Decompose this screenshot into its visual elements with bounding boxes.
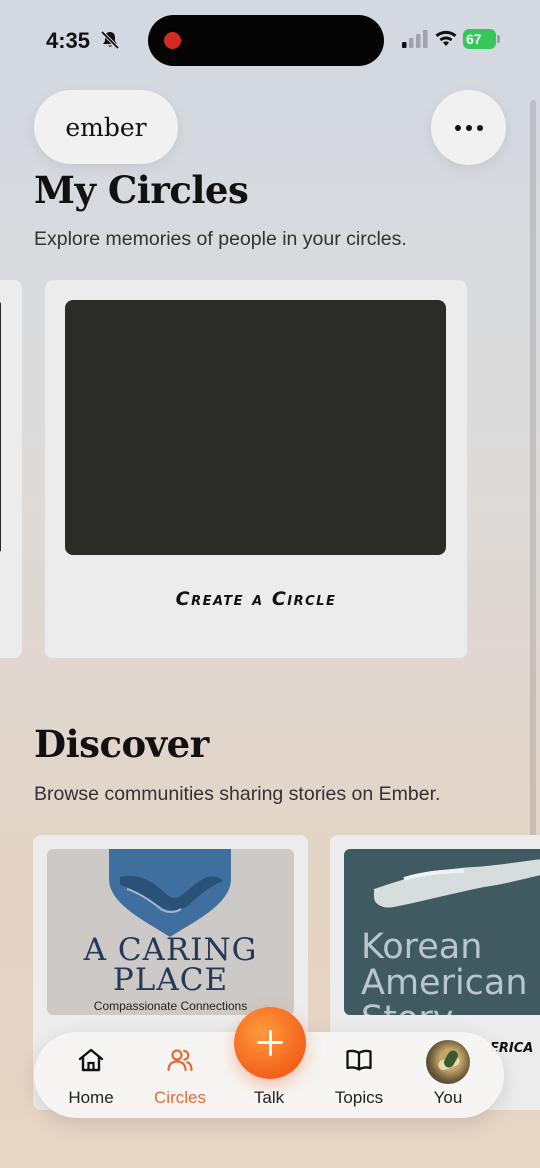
discover-title: Discover <box>34 722 209 766</box>
korean-american-title-line3: Story <box>361 1001 528 1015</box>
tab-you-label: You <box>433 1088 463 1107</box>
tab-home[interactable]: Home <box>46 1032 136 1118</box>
tab-home-label: Home <box>68 1088 114 1107</box>
people-icon <box>167 1049 193 1072</box>
dynamic-island <box>148 15 384 66</box>
tab-circles[interactable]: Circles <box>135 1032 225 1118</box>
scrollbar[interactable] <box>530 100 536 920</box>
tab-topics-label: Topics <box>334 1088 384 1107</box>
create-circle-card[interactable]: Create a Circle <box>45 280 467 658</box>
ember-logo[interactable]: ember <box>34 90 178 164</box>
my-circles-subtitle: Explore memories of people in your circl… <box>34 228 407 250</box>
more-button[interactable] <box>431 90 506 165</box>
battery-nub <box>497 35 500 43</box>
brush-stroke-shape <box>374 859 540 908</box>
book-icon <box>346 1049 372 1071</box>
status-bar: 4:35 67 <box>0 0 540 80</box>
avatar <box>426 1040 470 1084</box>
circle-card-image <box>0 302 1 552</box>
wifi-icon <box>435 30 457 46</box>
caring-place-title: A CARING PLACE <box>47 932 294 998</box>
korean-american-image: Korean American Story <box>344 849 540 1015</box>
create-circle-caption: Create a Circle <box>175 588 337 610</box>
status-time: 4:35 <box>46 28 91 53</box>
korean-american-title-line2: American <box>361 963 528 1003</box>
battery-level: 67 <box>463 29 496 49</box>
home-icon <box>78 1048 104 1072</box>
tab-talk-label: Talk <box>253 1088 285 1107</box>
tab-you[interactable]: You <box>403 1032 493 1118</box>
korean-american-title: Korean American Story <box>361 929 528 1015</box>
talk-button[interactable] <box>234 1007 306 1079</box>
caring-place-title-line1: A CARING <box>83 932 258 968</box>
heart-hands-icon <box>109 849 231 937</box>
my-circles-title: My Circles <box>34 168 249 212</box>
ellipsis-icon <box>454 124 483 131</box>
create-circle-image <box>65 300 446 555</box>
recording-indicator <box>164 32 181 49</box>
cellular-signal-icon <box>402 30 428 48</box>
caring-place-image: A CARING PLACE Compassionate Connections <box>47 849 294 1015</box>
caring-place-title-line2: PLACE <box>112 962 229 998</box>
tab-topics[interactable]: Topics <box>314 1032 404 1118</box>
battery-indicator: 67 <box>463 29 500 49</box>
bell-muted-icon <box>100 30 120 50</box>
circle-card-previous[interactable] <box>0 280 22 658</box>
korean-american-title-line1: Korean <box>361 927 483 967</box>
tab-circles-label: Circles <box>154 1088 206 1107</box>
discover-subtitle: Browse communities sharing stories on Em… <box>34 783 441 805</box>
